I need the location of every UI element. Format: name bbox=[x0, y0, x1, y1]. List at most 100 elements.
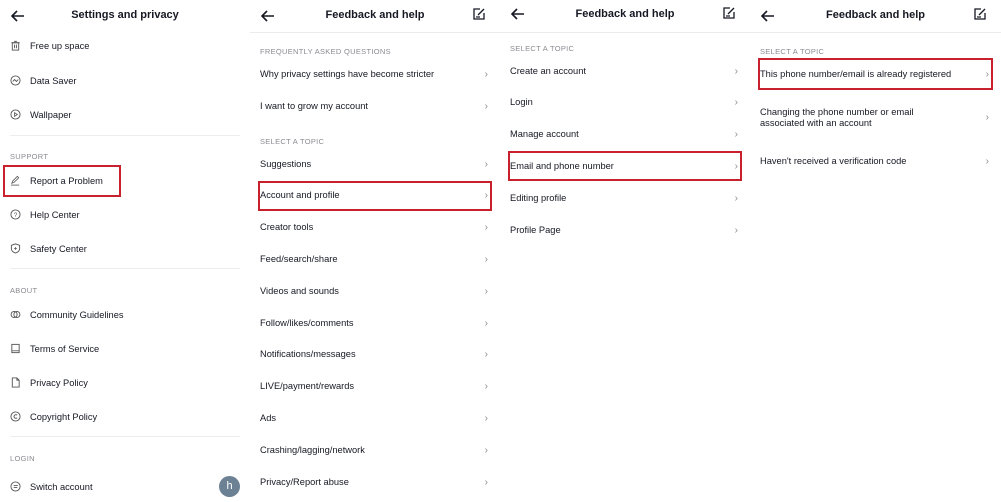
top-bar: Feedback and help bbox=[250, 0, 500, 33]
topic-label: Follow/likes/comments bbox=[260, 317, 354, 328]
topic-label: This phone number/email is already regis… bbox=[760, 68, 952, 79]
topic-item[interactable]: Suggestions › bbox=[260, 151, 490, 177]
section-header-support: SUPPORT bbox=[10, 152, 49, 161]
topic-item[interactable]: Why privacy settings have become stricte… bbox=[260, 61, 490, 87]
chevron-right-icon: › bbox=[985, 155, 989, 167]
topic-item[interactable]: Feed/search/share › bbox=[260, 246, 490, 272]
topic-label: Creator tools bbox=[260, 222, 314, 233]
topic-label: Videos and sounds bbox=[260, 285, 339, 296]
chevron-right-icon: › bbox=[484, 68, 488, 80]
topic-label: Suggestions bbox=[260, 158, 312, 169]
chevron-right-icon: › bbox=[484, 476, 488, 488]
edit-note-icon[interactable] bbox=[472, 7, 486, 21]
svg-text:?: ? bbox=[14, 212, 18, 219]
edit-note-icon[interactable] bbox=[722, 6, 736, 20]
trash-icon bbox=[11, 40, 20, 51]
chevron-right-icon: › bbox=[484, 317, 488, 329]
topic-label: Editing profile bbox=[510, 192, 567, 203]
topic-item[interactable]: LIVE/payment/rewards › bbox=[260, 374, 490, 400]
topic-item[interactable]: Follow/likes/comments › bbox=[260, 310, 490, 336]
chevron-right-icon: › bbox=[985, 112, 989, 123]
divider bbox=[10, 135, 240, 136]
copyright-icon bbox=[10, 411, 21, 422]
chevron-right-icon: › bbox=[734, 224, 738, 236]
chevron-right-icon: › bbox=[484, 100, 488, 112]
chevron-right-icon: › bbox=[484, 253, 488, 265]
menu-item-label: Terms of Service bbox=[30, 343, 100, 354]
question-circle-icon: ? bbox=[10, 209, 21, 220]
topic-item[interactable]: Changing the phone number or email assoc… bbox=[760, 101, 991, 135]
play-circle-icon bbox=[10, 109, 21, 120]
menu-item-privacy-policy[interactable]: Privacy Policy bbox=[10, 377, 88, 388]
document-icon bbox=[11, 377, 20, 388]
chevron-right-icon: › bbox=[484, 222, 488, 234]
topic-item[interactable]: Videos and sounds › bbox=[260, 278, 490, 304]
top-bar: Feedback and help bbox=[500, 0, 750, 33]
menu-item-label: Switch account bbox=[30, 481, 93, 492]
topic-item[interactable]: Privacy/Report abuse › bbox=[260, 469, 490, 495]
menu-item-label: Privacy Policy bbox=[30, 377, 88, 388]
page-title: Feedback and help bbox=[325, 9, 425, 21]
page-title: Settings and privacy bbox=[71, 9, 179, 21]
chevron-right-icon: › bbox=[985, 68, 989, 80]
menu-item-help-center[interactable]: ? Help Center bbox=[10, 209, 80, 220]
menu-item-label: Community Guidelines bbox=[30, 309, 124, 320]
chevron-right-icon: › bbox=[484, 444, 488, 456]
topic-label: Manage account bbox=[510, 129, 579, 140]
topic-label: I want to grow my account bbox=[260, 100, 368, 111]
topic-item[interactable]: Editing profile › bbox=[510, 185, 740, 211]
topic-label: Create an account bbox=[510, 65, 586, 76]
topic-label: Why privacy settings have become stricte… bbox=[260, 68, 435, 79]
menu-item-data-saver[interactable]: Data Saver bbox=[10, 75, 77, 86]
topic-label: Profile Page bbox=[510, 224, 561, 235]
chevron-right-icon: › bbox=[484, 381, 488, 393]
avatar[interactable]: h bbox=[219, 476, 240, 497]
topic-item[interactable]: I want to grow my account › bbox=[260, 93, 490, 119]
topic-item[interactable]: Ads › bbox=[260, 405, 490, 431]
topic-label: Notifications/messages bbox=[260, 349, 356, 360]
chevron-right-icon: › bbox=[734, 97, 738, 109]
topic-item[interactable]: Create an account › bbox=[510, 58, 740, 84]
edit-note-icon[interactable] bbox=[973, 7, 987, 21]
topic-item[interactable]: Email and phone number › bbox=[508, 151, 742, 182]
topic-item[interactable]: Profile Page › bbox=[510, 217, 740, 243]
menu-item-community-guidelines[interactable]: Community Guidelines bbox=[10, 309, 124, 320]
menu-item-copyright-policy[interactable]: Copyright Policy bbox=[10, 411, 97, 422]
menu-item-free-up-space[interactable]: Free up space bbox=[10, 40, 89, 51]
menu-item-switch-account[interactable]: Switch account bbox=[10, 481, 93, 492]
chevron-right-icon: › bbox=[484, 190, 488, 202]
section-header-faq: FREQUENTLY ASKED QUESTIONS bbox=[260, 47, 391, 56]
top-bar: Settings and privacy bbox=[0, 0, 250, 33]
topic-item[interactable]: Account and profile › bbox=[258, 180, 492, 211]
menu-item-report-problem[interactable]: Report a Problem bbox=[10, 175, 103, 186]
topic-item[interactable]: Notifications/messages › bbox=[260, 342, 490, 368]
menu-item-wallpaper[interactable]: Wallpaper bbox=[10, 109, 72, 120]
chevron-right-icon: › bbox=[484, 285, 488, 297]
menu-item-terms-of-service[interactable]: Terms of Service bbox=[10, 343, 99, 354]
topic-label: Email and phone number bbox=[510, 160, 614, 171]
topic-label: Haven't received a verification code bbox=[760, 155, 907, 166]
divider bbox=[10, 268, 240, 269]
menu-item-label: Data Saver bbox=[30, 75, 77, 86]
topic-item[interactable]: Login › bbox=[510, 90, 740, 116]
topic-label: Feed/search/share bbox=[260, 253, 338, 264]
book-icon bbox=[11, 343, 20, 354]
section-header-topic: SELECT A TOPIC bbox=[760, 47, 825, 56]
settings-privacy-panel: Settings and privacy Free up space Data … bbox=[0, 0, 250, 502]
chevron-right-icon: › bbox=[484, 412, 488, 424]
topic-item[interactable]: This phone number/email is already regis… bbox=[758, 58, 993, 90]
menu-item-label: Free up space bbox=[30, 40, 90, 51]
section-header-topic: SELECT A TOPIC bbox=[510, 44, 575, 53]
topic-label: Ads bbox=[260, 412, 277, 423]
topic-item[interactable]: Creator tools › bbox=[260, 215, 490, 241]
topic-item[interactable]: Crashing/lagging/network › bbox=[260, 437, 490, 463]
chevron-right-icon: › bbox=[484, 349, 488, 361]
topic-item[interactable]: Haven't received a verification code › bbox=[760, 148, 991, 174]
menu-item-label: Help Center bbox=[30, 209, 80, 220]
page-title: Feedback and help bbox=[825, 9, 926, 21]
menu-item-safety-center[interactable]: Safety Center bbox=[10, 243, 87, 254]
menu-item-label: Safety Center bbox=[30, 243, 87, 254]
section-header-login: LOGIN bbox=[10, 454, 35, 463]
menu-item-label: Wallpaper bbox=[30, 109, 72, 120]
topic-item[interactable]: Manage account › bbox=[510, 122, 740, 148]
